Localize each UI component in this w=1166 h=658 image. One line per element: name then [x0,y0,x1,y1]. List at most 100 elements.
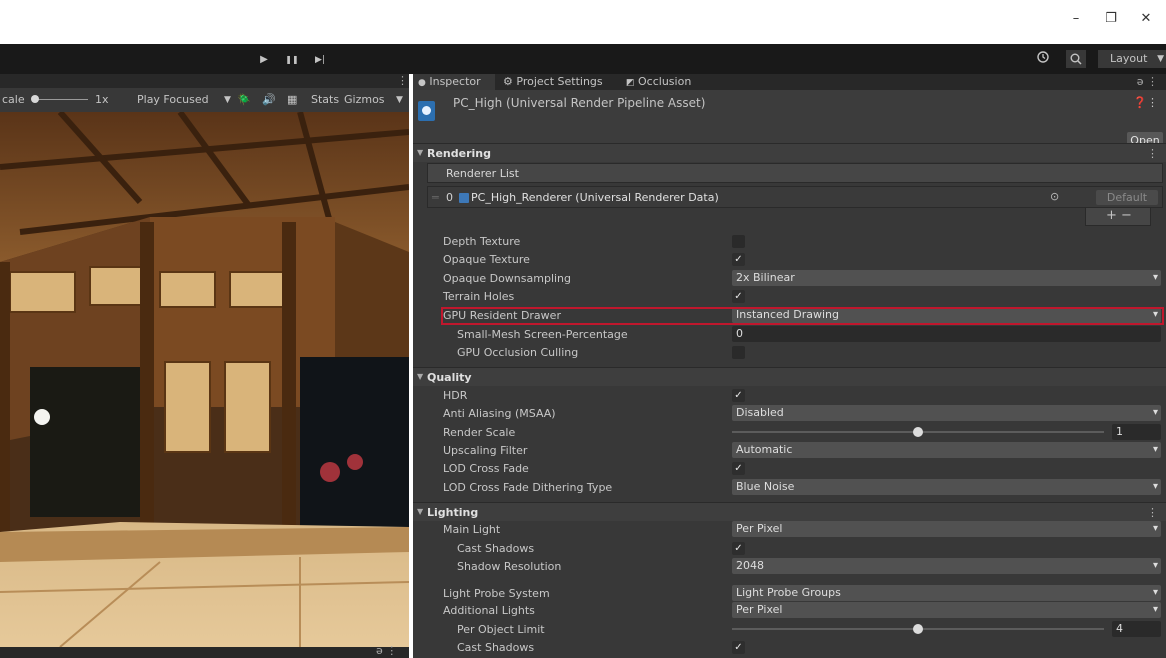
layout-label: Layout [1110,52,1148,65]
stats-button[interactable]: Stats [311,94,339,106]
tab-project-settings[interactable]: ⚙ Project Settings [503,74,613,90]
tab-project-settings-label: Project Settings [516,75,603,88]
lock-icon[interactable]: ә ⋮ [1137,75,1158,88]
main-light-label: Main Light [443,523,501,536]
close-button[interactable]: ✕ [1136,10,1156,28]
game-tabstrip: ⋮ [0,74,409,88]
drag-handle-icon[interactable]: ═ [432,191,439,204]
opaque-texture-checkbox[interactable]: ✓ [732,253,745,266]
main-toolbar: ▶ ❚❚ ▶| Layout ▼ [0,44,1166,74]
cast-shadows-checkbox[interactable]: ✓ [732,542,745,555]
play-button[interactable]: ▶ [255,53,273,67]
cast-shadows-additional-checkbox[interactable]: ✓ [732,641,745,654]
kebab-icon[interactable]: ⋮ [1147,147,1158,160]
cast-shadows-additional-label: Cast Shadows [457,641,535,654]
chevron-down-icon: ▼ [396,95,403,105]
row-opaque-texture: Opaque Texture ✓ [413,250,1166,268]
renderer-list-header: Renderer List [427,163,1163,183]
terrain-holes-label: Terrain Holes [443,290,515,303]
tab-inspector[interactable]: ● Inspector [413,74,495,90]
row-lod-dither: LOD Cross Fade Dithering Type Blue Noise [413,478,1166,496]
section-quality[interactable]: ▼ Quality [413,367,1166,386]
row-depth-texture: Depth Texture [413,232,1166,250]
shadow-resolution-dropdown[interactable]: 2048 [732,558,1161,574]
scale-value: 1x [95,93,109,106]
anti-aliasing-dropdown[interactable]: Disabled [732,405,1161,421]
cast-shadows-label: Cast Shadows [457,542,535,555]
gpu-occlusion-checkbox[interactable] [732,346,745,359]
row-lod-cross-fade: LOD Cross Fade ✓ [413,459,1166,477]
per-object-limit-field[interactable]: 4 [1112,621,1161,637]
search-icon[interactable] [1066,50,1086,68]
gpu-occlusion-label: GPU Occlusion Culling [457,346,579,359]
opaque-downsampling-dropdown[interactable]: 2x Bilinear [732,270,1161,286]
game-kebab-icon[interactable]: ⋮ [397,74,408,87]
render-scale-field[interactable]: 1 [1112,424,1161,440]
gizmos-button[interactable]: Gizmos [344,94,385,106]
chevron-down-icon: ▼ [1157,54,1164,64]
scale-label: cale [2,93,25,106]
row-light-probe-system: Light Probe System Light Probe Groups [413,584,1166,602]
scale-slider-track[interactable] [32,99,88,100]
row-opaque-downsampling: Opaque Downsampling 2x Bilinear [413,269,1166,287]
opaque-texture-label: Opaque Texture [443,253,530,266]
info-icon: ● [418,78,426,88]
section-quality-title: Quality [427,371,472,384]
renderer-name: PC_High_Renderer (Universal Renderer Dat… [471,191,719,204]
upscaling-filter-dropdown[interactable]: Automatic [732,442,1161,458]
renderer-list-item[interactable]: ═ 0 PC_High_Renderer (Universal Renderer… [427,186,1163,208]
renderer-list-add-remove[interactable]: + − [1085,208,1151,226]
lock-icon[interactable]: ә ⋮ [376,644,397,657]
terrain-holes-checkbox[interactable]: ✓ [732,290,745,303]
tab-occlusion[interactable]: ◩ Occlusion [626,74,726,90]
inspector-tabs: ● Inspector ⚙ Project Settings ◩ Occlusi… [413,74,1166,90]
play-mode-dropdown[interactable]: Play Focused [137,94,209,106]
per-object-limit-slider-knob[interactable] [913,624,923,634]
inspector-panel: ● Inspector ⚙ Project Settings ◩ Occlusi… [413,74,1166,658]
section-lighting[interactable]: ▼ Lighting ⋮ [413,502,1166,521]
lod-cross-fade-label: LOD Cross Fade [443,462,529,475]
grid-icon[interactable]: ▦ [287,94,297,106]
step-button[interactable]: ▶| [311,53,329,67]
game-view-toolbar: cale 1x Play Focused ▼ 🪲 🔊 ▦ Stats Gizmo… [0,88,409,112]
bug-icon[interactable]: 🪲 [237,94,251,106]
kebab-icon[interactable]: ⋮ [1147,506,1158,519]
layout-dropdown[interactable]: Layout ▼ [1098,50,1166,68]
section-rendering[interactable]: ▼ Rendering ⋮ [413,143,1166,162]
renderer-list-label: Renderer List [446,167,519,180]
row-per-object-limit: Per Object Limit 4 [413,620,1166,638]
hdr-checkbox[interactable]: ✓ [732,389,745,402]
add-remove-controls[interactable]: + − [1106,208,1132,224]
highlight-box [441,307,1164,325]
lod-cross-fade-checkbox[interactable]: ✓ [732,462,745,475]
object-picker-icon[interactable]: ⊙ [1050,190,1059,203]
help-icon[interactable]: ❓⋮ [1133,96,1158,109]
depth-texture-checkbox[interactable] [732,235,745,248]
restore-button[interactable]: ❐ [1101,10,1121,28]
lod-dither-dropdown[interactable]: Blue Noise [732,479,1161,495]
main-light-dropdown[interactable]: Per Pixel [732,521,1161,537]
light-probe-system-dropdown[interactable]: Light Probe Groups [732,585,1161,601]
small-mesh-field[interactable]: 0 [732,326,1161,342]
additional-lights-dropdown[interactable]: Per Pixel [732,602,1161,618]
game-view: ⋮ cale 1x Play Focused ▼ 🪲 🔊 ▦ Stats Giz… [0,74,409,658]
renderer-index: 0 [446,191,453,204]
row-additional-lights: Additional Lights Per Pixel [413,601,1166,619]
scene-render [0,112,409,647]
shadow-resolution-label: Shadow Resolution [457,560,562,573]
render-scale-slider-knob[interactable] [913,427,923,437]
row-cast-shadows: Cast Shadows ✓ [413,539,1166,557]
light-probe-system-label: Light Probe System [443,587,550,600]
window-titlebar: – ❐ ✕ [0,0,1166,44]
default-button[interactable]: Default [1096,190,1158,205]
tab-occlusion-label: Occlusion [638,75,692,88]
audio-icon[interactable]: 🔊 [262,94,276,106]
asset-title: PC_High (Universal Render Pipeline Asset… [453,96,706,110]
scale-slider-knob[interactable] [31,95,39,103]
minimize-button[interactable]: – [1066,10,1086,28]
small-mesh-label: Small-Mesh Screen-Percentage [457,328,628,341]
per-object-limit-label: Per Object Limit [457,623,545,636]
pause-button[interactable]: ❚❚ [283,53,301,67]
history-icon[interactable] [1034,50,1052,68]
row-small-mesh: Small-Mesh Screen-Percentage 0 [413,325,1166,343]
